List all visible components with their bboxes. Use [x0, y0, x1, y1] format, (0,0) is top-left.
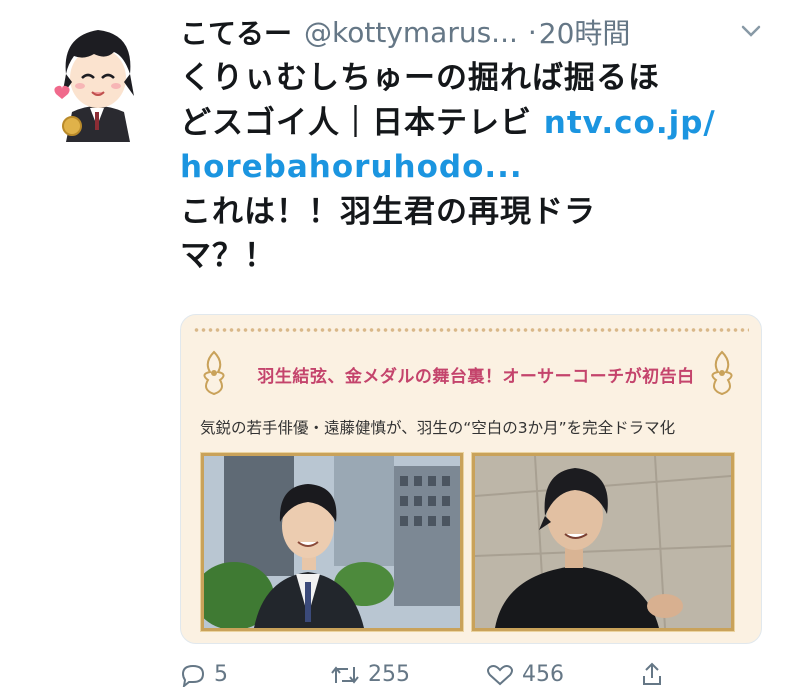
reply-count: 5 — [214, 662, 228, 687]
like-icon — [487, 664, 513, 685]
share-icon — [643, 662, 661, 685]
tweet-link[interactable]: ntv.co.jp/ — [544, 105, 716, 141]
reply-icon — [181, 664, 205, 687]
header-separator: · — [527, 15, 537, 49]
tweet-action-bar: 5 255 456 — [180, 662, 780, 692]
tweet-link-continued[interactable]: horebahoruhodo... — [180, 145, 770, 190]
tweet-timestamp[interactable]: 20時間 — [539, 12, 631, 52]
display-name[interactable]: こてるー — [180, 12, 292, 52]
like-count: 456 — [522, 662, 564, 687]
retweet-icon — [331, 665, 359, 684]
chevron-down-icon[interactable] — [740, 24, 762, 38]
tweet-text-line: マ？！ — [180, 238, 276, 274]
tweet-text-line: くりぃむしちゅーの掘れば掘るほ — [180, 60, 660, 96]
card-photo-left — [201, 453, 463, 631]
card-dotted-border — [193, 327, 749, 333]
share-button[interactable] — [640, 662, 672, 686]
user-handle[interactable]: @kottymarus... — [304, 16, 518, 49]
retweet-count: 255 — [368, 662, 410, 687]
card-subtitle: 気鋭の若手俳優・遠藤健慎が、羽生の“空白の3か月”を完全ドラマ化 — [200, 419, 676, 437]
tweet-text-line: これは！！羽生君の再現ドラ — [180, 193, 596, 230]
avatar[interactable] — [44, 16, 150, 142]
card-title: 羽生結弦、金メダルの舞台裏！オーサーコーチが初告白 — [257, 367, 695, 387]
retweet-button[interactable]: 255 — [330, 662, 410, 687]
tweet-text-segment: どスゴイ人｜日本テレビ — [180, 104, 544, 141]
ornament-icon — [203, 350, 225, 396]
card-photo-right — [472, 453, 734, 631]
tweet-text: くりぃむしちゅーの掘れば掘るほ どスゴイ人｜日本テレビ ntv.co.jp/ h… — [180, 56, 770, 279]
like-button[interactable]: 456 — [486, 662, 564, 687]
avatar-illustration — [54, 30, 134, 142]
reply-button[interactable]: 5 — [180, 662, 228, 687]
ornament-icon — [711, 350, 733, 396]
tweet-text-line: どスゴイ人｜日本テレビ ntv.co.jp/ — [180, 101, 770, 146]
tweet-header: こてるー @kottymarus... · 20時間 — [180, 10, 780, 54]
